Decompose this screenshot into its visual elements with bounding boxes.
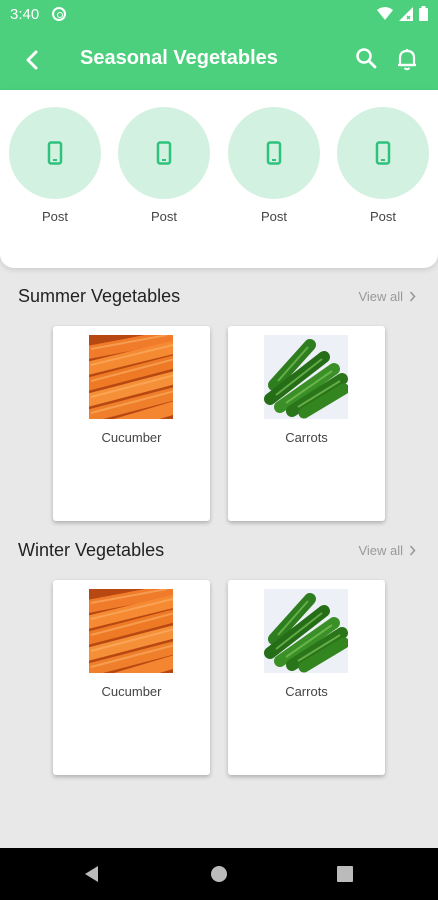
status-bar: 3:40 <box>0 0 438 30</box>
post-item[interactable]: Post <box>118 107 210 224</box>
vegetable-card[interactable]: Cucumber <box>53 326 210 521</box>
nav-recents-button[interactable] <box>333 862 357 886</box>
view-all-label: View all <box>358 289 403 304</box>
vegetable-card[interactable]: Cucumber <box>53 580 210 775</box>
cucumbers-image <box>264 589 348 673</box>
card-label: Cucumber <box>101 684 162 699</box>
chevron-right-icon <box>409 545 416 556</box>
back-button[interactable] <box>18 46 46 74</box>
post-label: Post <box>369 209 396 224</box>
bell-icon <box>398 49 416 71</box>
vegetable-card[interactable]: Carrots <box>228 326 385 521</box>
post-item[interactable]: Post <box>228 107 320 224</box>
page-title: Seasonal Vegetables <box>80 47 278 69</box>
card-label: Carrots <box>285 684 328 699</box>
back-triangle-icon <box>85 866 98 882</box>
battery-icon <box>419 6 428 21</box>
post-item[interactable]: Post <box>9 107 101 224</box>
post-avatar <box>9 107 101 199</box>
app-bar: Seasonal Vegetables <box>0 30 438 90</box>
carrots-image <box>89 589 173 673</box>
phone-icon <box>375 141 391 165</box>
phone-icon <box>47 141 63 165</box>
system-nav-bar <box>0 848 438 900</box>
post-item[interactable]: Post <box>337 107 429 224</box>
card-label: Carrots <box>285 430 328 445</box>
search-icon <box>356 48 377 69</box>
view-all-link[interactable]: View all <box>358 543 416 558</box>
post-avatar <box>228 107 320 199</box>
vegetable-card[interactable]: Carrots <box>228 580 385 775</box>
post-avatar <box>118 107 210 199</box>
post-label: Post <box>150 209 177 224</box>
cell-signal-icon <box>399 6 413 21</box>
notifications-button[interactable] <box>394 46 420 72</box>
chevron-right-icon <box>409 291 416 302</box>
carrots-image <box>89 335 173 419</box>
view-all-label: View all <box>358 543 403 558</box>
post-panel: Post Post Post Post <box>0 90 438 268</box>
sync-status-icon <box>52 7 66 21</box>
phone-icon <box>156 141 172 165</box>
recents-square-icon <box>337 866 353 882</box>
section-title: Winter Vegetables <box>18 540 165 560</box>
post-avatar <box>337 107 429 199</box>
nav-home-button[interactable] <box>207 862 231 886</box>
section-title: Summer Vegetables <box>18 286 181 306</box>
view-all-link[interactable]: View all <box>358 289 416 304</box>
card-label: Cucumber <box>101 430 162 445</box>
cucumbers-image <box>264 335 348 419</box>
search-button[interactable] <box>354 46 380 72</box>
nav-back-button[interactable] <box>80 862 104 886</box>
status-time: 3:40 <box>10 6 40 23</box>
home-circle-icon <box>211 866 227 882</box>
post-label: Post <box>260 209 287 224</box>
back-arrow-icon <box>26 50 38 70</box>
phone-icon <box>266 141 282 165</box>
wifi-icon <box>377 6 393 20</box>
post-label: Post <box>41 209 68 224</box>
